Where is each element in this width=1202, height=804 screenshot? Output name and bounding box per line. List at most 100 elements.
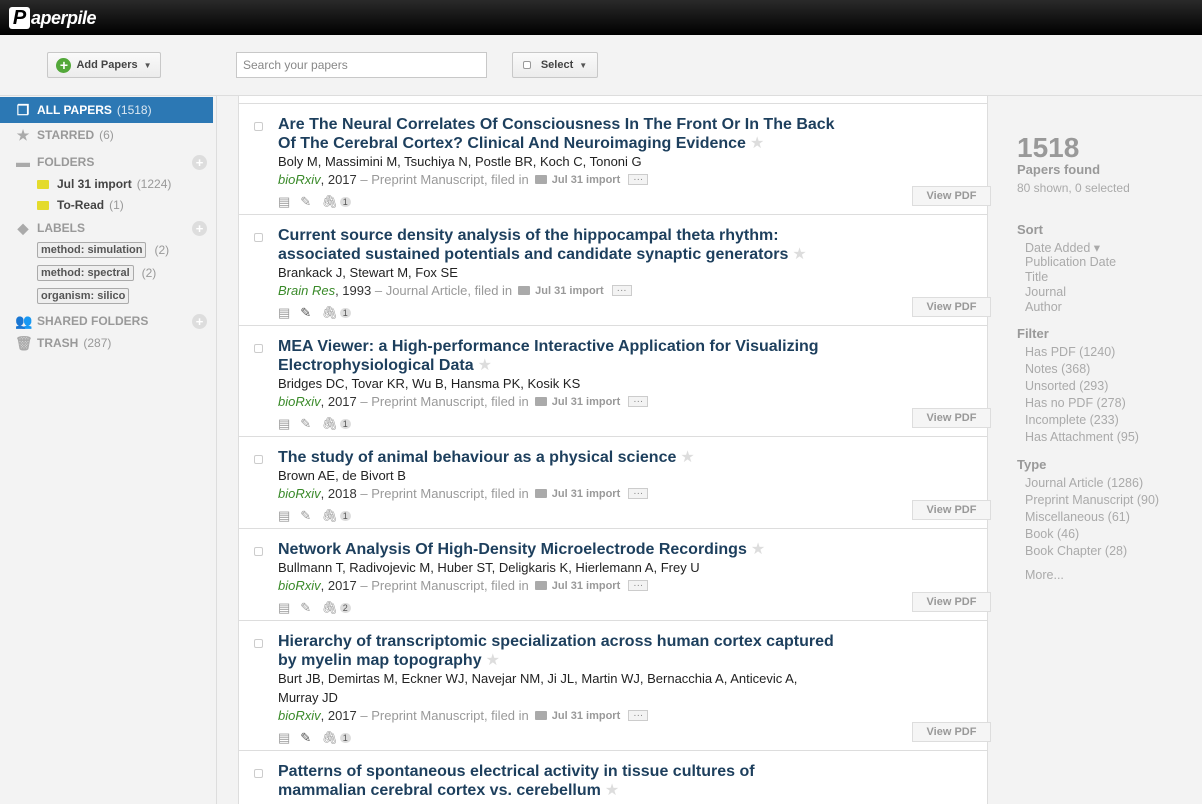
paper-folder[interactable]: Jul 31 import	[552, 396, 620, 408]
attachment-icon[interactable]: 🖇	[321, 194, 338, 210]
paper-title[interactable]: The study of animal behaviour as a physi…	[278, 448, 838, 467]
folder-item[interactable]: To-Read (1)	[37, 198, 124, 212]
view-pdf-button[interactable]: View PDF	[912, 722, 991, 742]
filter-option[interactable]: Notes (368)	[1025, 362, 1090, 376]
paper-journal[interactable]: bioRxiv	[278, 172, 321, 187]
paper-journal[interactable]: bioRxiv	[278, 486, 321, 501]
pencil-icon[interactable]: ✎	[300, 305, 311, 321]
label-item[interactable]: organism: silico	[37, 288, 130, 304]
paper-title[interactable]: Current source density analysis of the h…	[278, 226, 838, 264]
attachment-icon[interactable]: 🖇	[321, 600, 338, 616]
paper-folder[interactable]: Jul 31 import	[535, 285, 603, 297]
add-label-icon[interactable]: +	[192, 221, 207, 236]
add-folder-icon[interactable]: +	[192, 155, 207, 170]
more-button[interactable]: ···	[611, 285, 632, 296]
paper-checkbox[interactable]	[254, 639, 263, 648]
sidebar-item-shared-folders[interactable]: 👥 SHARED FOLDERS	[0, 310, 148, 332]
notes-icon[interactable]: ▤	[278, 600, 290, 616]
star-icon[interactable]: ★	[486, 652, 500, 669]
sort-option[interactable]: Author	[1025, 300, 1062, 314]
type-option[interactable]: Book Chapter (28)	[1025, 544, 1127, 558]
pencil-icon[interactable]: ✎	[300, 600, 311, 616]
more-button[interactable]: ···	[628, 580, 649, 591]
star-icon[interactable]: ★	[750, 135, 764, 152]
star-icon[interactable]: ★	[792, 246, 806, 263]
pencil-icon[interactable]: ✎	[300, 416, 311, 432]
paper-title[interactable]: Network Analysis Of High-Density Microel…	[278, 540, 838, 559]
paper-folder[interactable]: Jul 31 import	[552, 580, 620, 592]
paper-row[interactable]: Current source density analysis of the h…	[239, 215, 987, 326]
attachment-icon[interactable]: 🖇	[321, 416, 338, 432]
paper-row[interactable]: The study of animal behaviour as a physi…	[239, 437, 987, 529]
attachment-icon[interactable]: 🖇	[321, 730, 338, 746]
paperpile-logo[interactable]: P aperpile	[9, 5, 97, 31]
paper-row[interactable]: Are The Neural Correlates Of Consciousne…	[239, 104, 987, 215]
sidebar-item-starred[interactable]: ★ STARRED (6)	[0, 124, 114, 146]
sidebar-item-trash[interactable]: 🗑 TRASH (287)	[0, 332, 111, 354]
sort-option[interactable]: Title	[1025, 270, 1048, 284]
star-icon[interactable]: ★	[478, 357, 492, 374]
view-pdf-button[interactable]: View PDF	[912, 500, 991, 520]
type-option[interactable]: Journal Article (1286)	[1025, 476, 1143, 490]
star-icon[interactable]: ★	[680, 449, 694, 466]
select-button[interactable]: Select ▼	[512, 52, 598, 78]
pencil-icon[interactable]: ✎	[300, 730, 311, 746]
paper-row[interactable]: MEA Viewer: a High-performance Interacti…	[239, 326, 987, 437]
label-item[interactable]: method: spectral (2)	[37, 265, 156, 281]
filter-option[interactable]: Unsorted (293)	[1025, 379, 1108, 393]
type-option[interactable]: Preprint Manuscript (90)	[1025, 493, 1159, 507]
view-pdf-button[interactable]: View PDF	[912, 186, 991, 206]
paper-title[interactable]: MEA Viewer: a High-performance Interacti…	[278, 337, 838, 375]
paper-folder[interactable]: Jul 31 import	[552, 710, 620, 722]
star-icon[interactable]: ★	[751, 541, 765, 558]
paper-folder[interactable]: Jul 31 import	[552, 488, 620, 500]
notes-icon[interactable]: ▤	[278, 305, 290, 321]
sort-option[interactable]: Journal	[1025, 285, 1066, 299]
filter-option[interactable]: Has no PDF (278)	[1025, 396, 1126, 410]
folder-item[interactable]: Jul 31 import (1224)	[37, 177, 171, 191]
type-option[interactable]: Miscellaneous (61)	[1025, 510, 1130, 524]
notes-icon[interactable]: ▤	[278, 194, 290, 210]
attachment-icon[interactable]: 🖇	[321, 508, 338, 524]
sort-option[interactable]: Publication Date	[1025, 255, 1116, 269]
paper-journal[interactable]: bioRxiv	[278, 708, 321, 723]
add-shared-folder-icon[interactable]: +	[192, 314, 207, 329]
paper-row[interactable]: Hierarchy of transcriptomic specializati…	[239, 621, 987, 751]
filter-option[interactable]: Incomplete (233)	[1025, 413, 1119, 427]
type-option[interactable]: Book (46)	[1025, 527, 1079, 541]
view-pdf-button[interactable]: View PDF	[912, 592, 991, 612]
sidebar-item-labels[interactable]: ◆ LABELS	[0, 217, 85, 239]
pencil-icon[interactable]: ✎	[300, 508, 311, 524]
paper-checkbox[interactable]	[254, 547, 263, 556]
filter-option[interactable]: Has PDF (1240)	[1025, 345, 1115, 359]
more-button[interactable]: ···	[628, 710, 649, 721]
paper-title[interactable]: Patterns of spontaneous electrical activ…	[278, 762, 838, 800]
sidebar-item-folders[interactable]: ▬ FOLDERS	[0, 151, 94, 173]
paper-checkbox[interactable]	[254, 769, 263, 778]
label-item[interactable]: method: simulation (2)	[37, 242, 169, 258]
add-papers-button[interactable]: + Add Papers ▼	[47, 52, 161, 78]
sort-option[interactable]: Date Added ▾	[1025, 240, 1100, 255]
attachment-icon[interactable]: 🖇	[321, 305, 338, 321]
view-pdf-button[interactable]: View PDF	[912, 297, 991, 317]
paper-journal[interactable]: bioRxiv	[278, 394, 321, 409]
view-pdf-button[interactable]: View PDF	[912, 408, 991, 428]
paper-checkbox[interactable]	[254, 233, 263, 242]
paper-title[interactable]: Hierarchy of transcriptomic specializati…	[278, 632, 838, 670]
pencil-icon[interactable]: ✎	[300, 194, 311, 210]
more-button[interactable]: ···	[628, 396, 649, 407]
paper-checkbox[interactable]	[254, 455, 263, 464]
star-icon[interactable]: ★	[605, 782, 619, 799]
more-button[interactable]: ···	[628, 488, 649, 499]
search-input[interactable]	[236, 52, 487, 78]
notes-icon[interactable]: ▤	[278, 508, 290, 524]
more-button[interactable]: ···	[628, 174, 649, 185]
paper-journal[interactable]: bioRxiv	[278, 578, 321, 593]
paper-row[interactable]: Network Analysis Of High-Density Microel…	[239, 529, 987, 621]
paper-title[interactable]: Are The Neural Correlates Of Consciousne…	[278, 115, 838, 153]
paper-row[interactable]: Patterns of spontaneous electrical activ…	[239, 751, 987, 804]
more-types-link[interactable]: More...	[1025, 568, 1064, 582]
notes-icon[interactable]: ▤	[278, 730, 290, 746]
paper-checkbox[interactable]	[254, 344, 263, 353]
paper-journal[interactable]: Brain Res	[278, 283, 335, 298]
